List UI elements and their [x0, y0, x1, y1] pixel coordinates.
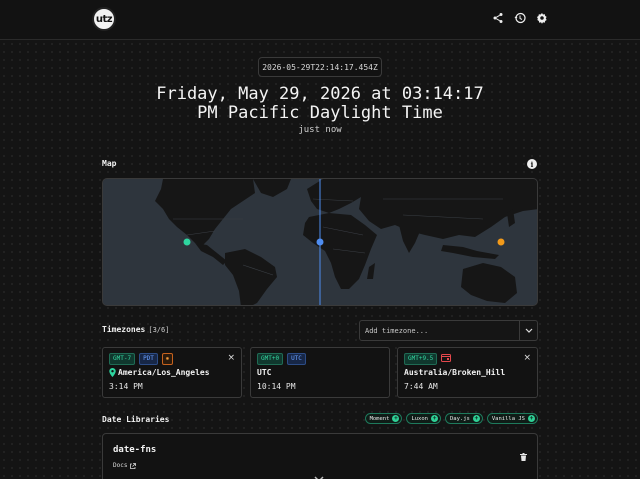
chip-vanilla-js[interactable]: Vanilla JS + [486, 413, 538, 424]
close-icon[interactable]: × [227, 353, 235, 363]
plus-icon: + [431, 415, 438, 422]
chip-dayjs[interactable]: Day.js + [445, 413, 483, 424]
badges: GMT+0 UTC [257, 353, 306, 365]
timezone-card-utc[interactable]: GMT+0 UTC UTC 10:14 PM [250, 347, 390, 398]
offset-badge: GMT+9.5 [404, 353, 438, 365]
badges: GMT+9.5 [404, 353, 452, 365]
datetime-line-1: Friday, May 29, 2026 at 03:14:17 [156, 84, 484, 104]
datetime-line-2: PM Pacific Daylight Time [197, 103, 443, 123]
add-timezone-input[interactable] [360, 321, 520, 340]
chip-label: Moment [369, 415, 390, 422]
zone-label: UTC [257, 368, 272, 377]
trash-icon[interactable] [520, 446, 527, 465]
library-chips: Moment + Luxon + Day.js + Vanilla JS + [364, 413, 538, 424]
marker-broken-hill [497, 238, 505, 246]
docs-link[interactable]: Docs [113, 462, 137, 469]
chip-label: Vanilla JS [491, 415, 525, 422]
timezones-title-text: Timezones [102, 325, 146, 334]
marker-los-angeles [183, 238, 191, 246]
map-title: Map [102, 159, 117, 168]
timezones-title: Timezones [3/6] [102, 325, 169, 334]
logo-text: utz [95, 13, 113, 25]
iso-timestamp[interactable]: 2026-05-29T22:14:17.454Z [258, 57, 382, 77]
timezones-count: [3/6] [148, 326, 170, 334]
zone-label: Australia/Broken_Hill [404, 368, 506, 377]
offset-badge: GMT-7 [109, 353, 136, 365]
local-time: 3:14 PM [109, 382, 143, 391]
chip-label: Day.js [450, 415, 470, 422]
zone-name: Australia/Broken_Hill [404, 368, 505, 377]
calendar-icon [441, 353, 452, 362]
settings-icon[interactable] [536, 12, 548, 24]
marker-utc [316, 238, 324, 246]
abbr-badge: PDT [139, 353, 158, 365]
offset-badge: GMT+0 [257, 353, 284, 365]
chip-moment[interactable]: Moment + [364, 413, 403, 424]
external-link-icon [130, 462, 137, 469]
zone-label: America/Los_Angeles [118, 368, 210, 377]
plus-icon: + [528, 415, 535, 422]
history-icon[interactable] [514, 12, 526, 24]
zone-name: UTC [257, 368, 271, 377]
add-timezone-combobox[interactable] [359, 320, 538, 341]
close-icon[interactable]: × [523, 353, 531, 363]
share-icon[interactable] [492, 12, 504, 24]
docs-label: Docs [113, 462, 128, 469]
plus-icon: + [392, 415, 400, 422]
zone-name: America/Los_Angeles [109, 368, 210, 377]
scroll-down-chevron-icon[interactable] [314, 468, 324, 479]
libraries-title: Date Libraries [102, 415, 170, 424]
info-icon[interactable]: i [527, 159, 537, 169]
chip-label: Luxon [411, 415, 428, 422]
abbr-badge: UTC [287, 353, 306, 365]
timezone-card-broken-hill[interactable]: GMT+9.5 × Australia/Broken_Hill 7:44 AM [397, 347, 538, 398]
library-name: date-fns [113, 445, 157, 455]
top-bar: utz [0, 0, 640, 40]
app-logo[interactable]: utz [92, 7, 116, 31]
sun-icon: ✹ [161, 353, 173, 365]
plus-icon: + [472, 415, 480, 422]
chevron-down-icon[interactable] [519, 321, 537, 340]
relative-time: just now [298, 125, 342, 135]
chip-luxon[interactable]: Luxon + [406, 413, 441, 424]
location-pin-icon [109, 368, 116, 377]
local-time: 7:44 AM [404, 382, 438, 391]
timezone-card-los-angeles[interactable]: GMT-7 PDT ✹ × America/Los_Angeles 3:14 P… [102, 347, 242, 398]
local-time: 10:14 PM [257, 382, 296, 391]
formatted-datetime: Friday, May 29, 2026 at 03:14:17 PM Paci… [100, 85, 540, 123]
badges: GMT-7 PDT ✹ [109, 353, 173, 365]
world-map[interactable] [102, 178, 538, 306]
top-actions [492, 12, 548, 24]
